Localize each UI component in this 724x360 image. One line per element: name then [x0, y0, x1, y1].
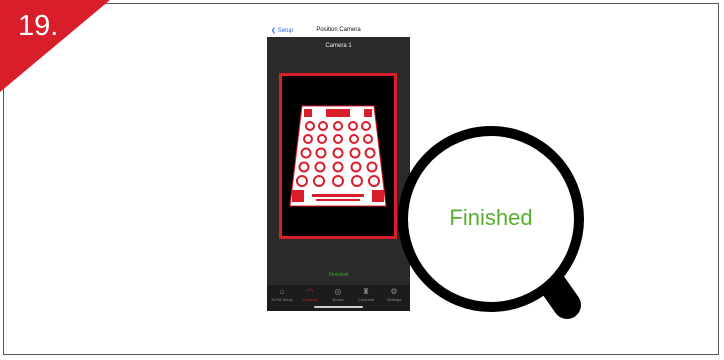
target-board-image	[289, 105, 387, 207]
tab-label: Settings	[386, 297, 402, 302]
tab-label: Connect	[302, 297, 318, 302]
nav-title: Position Camera	[316, 27, 361, 33]
camera-title: Camera 1	[325, 43, 352, 49]
home-icon: ⌂	[279, 287, 285, 296]
status-text: Finished	[329, 272, 348, 278]
target-icon: ◎	[334, 287, 342, 296]
home-indicator	[314, 306, 363, 308]
camera-viewport	[279, 73, 397, 239]
tab-label: XLR8 Setup	[271, 297, 293, 302]
gear-icon: ⚙	[390, 287, 398, 296]
tab-compete[interactable]: ♜ Compete	[352, 287, 380, 302]
phone-screen: ❮ Setup Position Camera Camera 1 Finishe…	[267, 25, 410, 311]
step-number: 19.	[18, 10, 59, 42]
tab-label: Compete	[357, 297, 375, 302]
trophy-icon: ♜	[362, 287, 370, 296]
step-badge: 19.	[0, 0, 110, 92]
tab-settings[interactable]: ⚙ Settings	[380, 287, 408, 302]
tab-connect[interactable]: ◠ Connect	[296, 287, 324, 302]
tab-boxes[interactable]: ◎ Boxes	[324, 287, 352, 302]
magnified-status-label: Finished	[449, 205, 533, 230]
tab-xlr8-setup[interactable]: ⌂ XLR8 Setup	[268, 287, 296, 302]
tab-label: Boxes	[332, 297, 344, 302]
wifi-icon: ◠	[306, 287, 314, 296]
nav-bar: ❮ Setup Position Camera	[267, 25, 410, 37]
